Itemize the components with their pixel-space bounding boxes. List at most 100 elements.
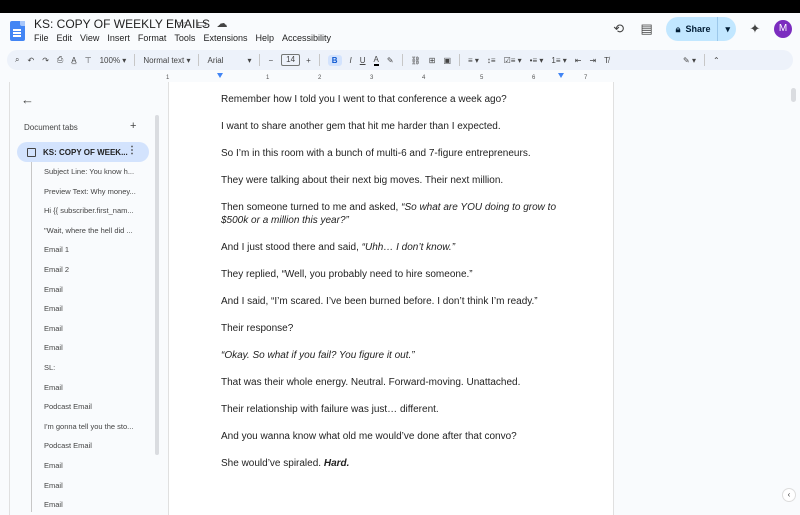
outline-item[interactable]: Email [34, 319, 144, 339]
outline-item[interactable]: Email [34, 378, 144, 398]
outline-item[interactable]: Hi {{ subscriber.first_nam... [34, 201, 144, 221]
outline-item[interactable]: Email 2 [34, 260, 144, 280]
star-icon[interactable]: ☆ [175, 17, 189, 31]
tab-main[interactable]: KS: COPY OF WEEK... ⋮ [17, 142, 149, 162]
outline-item[interactable]: Podcast Email [34, 397, 144, 417]
menu-file[interactable]: File [34, 33, 49, 43]
increase-indent-icon[interactable]: ⇥ [589, 56, 596, 65]
print-icon[interactable]: ⎙ [57, 55, 63, 65]
undo-icon[interactable]: ↶ [27, 56, 34, 65]
paragraph[interactable]: And I said, “I’m scared. I’ve been burne… [221, 295, 561, 308]
toolbar-divider [198, 54, 200, 66]
document-body[interactable]: Remember how I told you I went to that c… [221, 93, 561, 484]
menu-bar: File Edit View Insert Format Tools Exten… [34, 33, 339, 43]
checklist-icon[interactable]: ☑≡ ▾ [504, 56, 522, 65]
outline-item[interactable]: Email [34, 476, 144, 496]
menu-accessibility[interactable]: Accessibility [282, 33, 331, 43]
font-select[interactable]: Arial ▾ [207, 56, 251, 65]
version-history-icon[interactable]: ⟲ [610, 20, 628, 38]
paragraph[interactable]: And you wanna know what old me would’ve … [221, 430, 561, 443]
avatar[interactable]: M [774, 20, 792, 38]
paint-format-icon[interactable]: ⊤ [85, 56, 92, 65]
menu-extensions[interactable]: Extensions [203, 33, 247, 43]
add-tab-button[interactable]: + [130, 120, 136, 132]
right-indent-marker[interactable] [558, 73, 564, 78]
outline-item[interactable]: Email 1 [34, 240, 144, 260]
spellcheck-icon[interactable]: A̲ [71, 56, 76, 65]
bold-button[interactable]: B [327, 54, 342, 66]
outline-item[interactable]: "Wait, where the hell did ... [34, 221, 144, 241]
menu-format[interactable]: Format [138, 33, 167, 43]
paragraph[interactable]: Remember how I told you I went to that c… [221, 93, 561, 106]
document-page[interactable]: Remember how I told you I went to that c… [168, 82, 614, 515]
redo-icon[interactable]: ↷ [42, 56, 49, 65]
paragraph[interactable]: I want to share another gem that hit me … [221, 120, 561, 133]
paragraph[interactable]: She would’ve spiraled. Hard. [221, 457, 561, 470]
outline-item[interactable]: Podcast Email [34, 436, 144, 456]
comments-icon[interactable]: ▤ [638, 20, 656, 38]
bulleted-list-icon[interactable]: •≡ ▾ [530, 56, 544, 65]
lock-icon: 🔒︎ [675, 23, 681, 34]
paragraph[interactable]: They replied, “Well, you probably need t… [221, 268, 561, 281]
gemini-sparkle-icon[interactable]: ✦ [746, 20, 764, 38]
docs-logo-icon[interactable] [10, 21, 25, 41]
insert-link-icon[interactable]: ⛓ [411, 56, 421, 65]
menu-edit[interactable]: Edit [57, 33, 73, 43]
menu-insert[interactable]: Insert [107, 33, 130, 43]
left-indent-marker[interactable] [217, 73, 223, 78]
paragraph[interactable]: Their response? [221, 322, 561, 335]
ruler-tick: 3 [370, 75, 374, 81]
ruler-tick: 1 [166, 75, 170, 81]
italic-button[interactable]: I [350, 56, 352, 65]
share-dropdown-icon[interactable]: ▾ [725, 24, 730, 35]
line-spacing-icon[interactable]: ↕≡ [487, 56, 496, 65]
tab-options-icon[interactable]: ⋮ [127, 145, 137, 156]
cloud-status-icon[interactable]: ☁ [215, 17, 229, 31]
outline-item[interactable]: Email [34, 338, 144, 358]
menu-help[interactable]: Help [255, 33, 274, 43]
paragraph[interactable]: And I just stood there and said, “Uhh… I… [221, 241, 561, 254]
side-panel-toggle-icon[interactable]: ‹ [782, 488, 796, 502]
document-scrollbar[interactable] [788, 82, 800, 515]
paragraph[interactable]: “Okay. So what if you fail? You figure i… [221, 349, 561, 362]
paragraph[interactable]: That was their whole energy. Neutral. Fo… [221, 376, 561, 389]
hide-menus-icon[interactable]: ⌃ [713, 56, 720, 65]
outline-item[interactable]: Email [34, 299, 144, 319]
editing-mode-icon[interactable]: ✎ ▾ [683, 56, 696, 65]
paragraph[interactable]: So I’m in this room with a bunch of mult… [221, 147, 561, 160]
decrease-font-size-icon[interactable]: − [268, 56, 273, 65]
back-arrow-icon[interactable]: ← [21, 92, 34, 107]
highlight-color-icon[interactable]: ✎ [387, 56, 394, 65]
outline-item[interactable]: I'm gonna tell you the sto... [34, 417, 144, 437]
move-folder-icon[interactable]: ▭ [195, 17, 209, 31]
decrease-indent-icon[interactable]: ⇤ [575, 56, 582, 65]
increase-font-size-icon[interactable]: + [306, 56, 311, 65]
outline-item[interactable]: Subject Line: You know h... [34, 162, 144, 182]
outline-item[interactable]: Preview Text: Why money... [34, 182, 144, 202]
add-comment-icon[interactable]: ⊞ [429, 56, 436, 65]
font-size-input[interactable]: 14 [281, 54, 301, 66]
underline-button[interactable]: U [360, 56, 366, 65]
share-button[interactable]: 🔒︎ Share ▾ [665, 17, 736, 41]
menu-view[interactable]: View [80, 33, 99, 43]
paragraph[interactable]: Their relationship with failure was just… [221, 403, 561, 416]
sidebar-scrollbar[interactable] [155, 115, 159, 455]
numbered-list-icon[interactable]: 1≡ ▾ [551, 56, 566, 65]
outline-item[interactable]: Email [34, 280, 144, 300]
paragraph[interactable]: Then someone turned to me and asked, “So… [221, 201, 561, 227]
align-icon[interactable]: ≡ ▾ [468, 56, 479, 65]
clear-formatting-icon[interactable]: T̸ [604, 56, 609, 65]
scrollbar-thumb[interactable] [791, 88, 796, 102]
zoom-select[interactable]: 100% ▾ [100, 56, 127, 65]
share-divider [717, 17, 719, 41]
outline-item[interactable]: Email [34, 495, 144, 515]
outline-item[interactable]: SL: [34, 358, 144, 378]
style-select[interactable]: Normal text ▾ [143, 56, 190, 65]
vertical-ruler [0, 82, 10, 515]
paragraph[interactable]: They were talking about their next big m… [221, 174, 561, 187]
text-color-button[interactable]: A [373, 55, 379, 66]
insert-image-icon[interactable]: ▣ [443, 56, 451, 65]
outline-item[interactable]: Email [34, 456, 144, 476]
menu-tools[interactable]: Tools [174, 33, 195, 43]
search-menus-icon[interactable]: ⌕ [15, 55, 19, 65]
